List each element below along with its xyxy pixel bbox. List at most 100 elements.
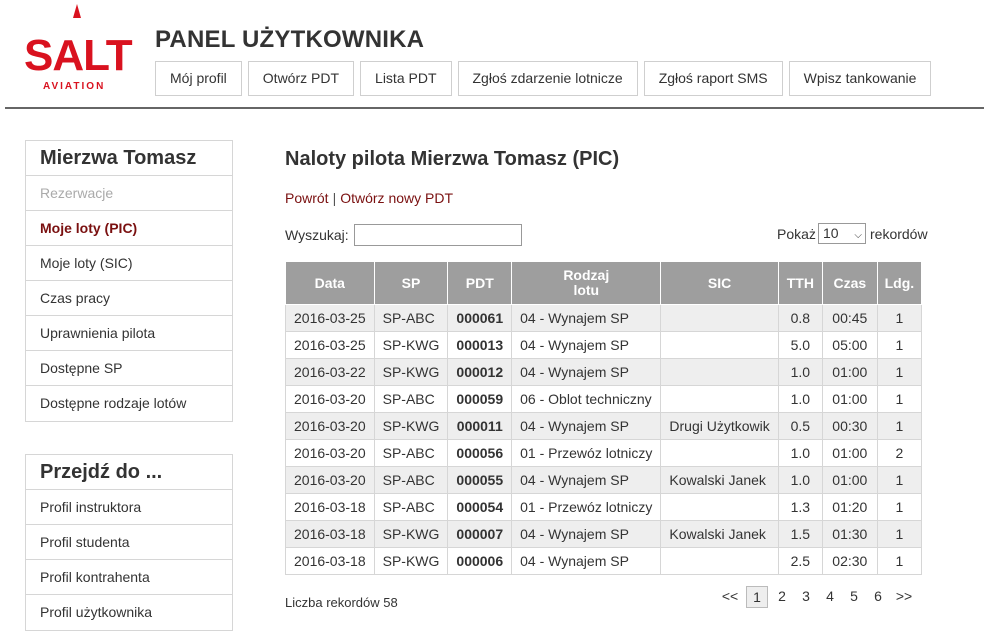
cell-date: 2016-03-20 bbox=[285, 412, 375, 440]
open-new-pdt-link[interactable]: Otwórz nowy PDT bbox=[340, 190, 453, 206]
cell-landings: 1 bbox=[876, 385, 923, 413]
table-row[interactable]: 2016-03-18 SP-KWG 000007 04 - Wynajem SP… bbox=[285, 520, 923, 548]
pagination-page[interactable]: 3 bbox=[794, 586, 818, 608]
page-size-select[interactable]: 10 ⌵ bbox=[818, 223, 866, 244]
cell-pdt-link[interactable]: 000007 bbox=[447, 520, 513, 548]
sidebar-item-work-time[interactable]: Czas pracy bbox=[26, 281, 232, 316]
cell-tth: 2.5 bbox=[777, 547, 823, 575]
column-header-tth[interactable]: TTH bbox=[777, 261, 823, 305]
sidebar-item-available-aircraft[interactable]: Dostępne SP bbox=[26, 351, 232, 386]
cell-date: 2016-03-18 bbox=[285, 493, 375, 521]
table-row[interactable]: 2016-03-22 SP-KWG 000012 04 - Wynajem SP… bbox=[285, 358, 923, 386]
column-header-flight-type[interactable]: Rodzaj lotu bbox=[511, 261, 662, 305]
column-header-time[interactable]: Czas bbox=[821, 261, 878, 305]
table-row[interactable]: 2016-03-20 SP-ABC 000055 04 - Wynajem SP… bbox=[285, 466, 923, 494]
cell-tth: 0.8 bbox=[777, 304, 823, 332]
sidebar-item-reservations[interactable]: Rezerwacje bbox=[26, 176, 232, 211]
cell-aircraft: SP-ABC bbox=[373, 493, 449, 521]
cell-pdt-link[interactable]: 000056 bbox=[447, 439, 513, 467]
cell-aircraft: SP-KWG bbox=[373, 520, 449, 548]
page-size-label: Pokaż bbox=[777, 226, 816, 242]
cell-landings: 1 bbox=[876, 412, 923, 440]
salt-aviation-logo[interactable]: SALT AVIATION bbox=[22, 4, 134, 94]
cell-pdt-link[interactable]: 000055 bbox=[447, 466, 513, 494]
sidebar-item-instructor-profile[interactable]: Profil instruktora bbox=[26, 490, 232, 525]
nav-sms-report-button[interactable]: Zgłoś raport SMS bbox=[643, 61, 783, 96]
user-name-heading: Mierzwa Tomasz bbox=[26, 141, 232, 176]
cell-date: 2016-03-22 bbox=[285, 358, 375, 386]
column-header-landings[interactable]: Ldg. bbox=[876, 261, 923, 305]
sidebar-item-student-profile[interactable]: Profil studenta bbox=[26, 525, 232, 560]
sidebar-item-my-flights-pic[interactable]: Moje loty (PIC) bbox=[26, 211, 232, 246]
cell-time: 01:00 bbox=[821, 385, 878, 413]
cell-landings: 1 bbox=[876, 520, 923, 548]
cell-pdt-link[interactable]: 000012 bbox=[447, 358, 513, 386]
page-size-value: 10 bbox=[823, 225, 839, 241]
table-row[interactable]: 2016-03-25 SP-ABC 000061 04 - Wynajem SP… bbox=[285, 304, 923, 332]
table-row[interactable]: 2016-03-18 SP-ABC 000054 01 - Przewóz lo… bbox=[285, 493, 923, 521]
cell-time: 00:45 bbox=[821, 304, 878, 332]
cell-pdt-link[interactable]: 000013 bbox=[447, 331, 513, 359]
cell-flight-type: 04 - Wynajem SP bbox=[511, 412, 662, 440]
user-menu-box: Mierzwa Tomasz Rezerwacje Moje loty (PIC… bbox=[25, 140, 233, 422]
pagination-next[interactable]: >> bbox=[890, 586, 918, 608]
table-row[interactable]: 2016-03-25 SP-KWG 000013 04 - Wynajem SP… bbox=[285, 331, 923, 359]
cell-pdt-link[interactable]: 000059 bbox=[447, 385, 513, 413]
cell-flight-type: 01 - Przewóz lotniczy bbox=[511, 439, 662, 467]
cell-date: 2016-03-18 bbox=[285, 520, 375, 548]
column-header-date[interactable]: Data bbox=[285, 261, 375, 305]
pagination-page-current[interactable]: 1 bbox=[746, 586, 768, 608]
back-link[interactable]: Powrót bbox=[285, 190, 329, 206]
cell-flight-type: 04 - Wynajem SP bbox=[511, 466, 662, 494]
cell-pdt-link[interactable]: 000011 bbox=[447, 412, 513, 440]
cell-time: 01:30 bbox=[821, 520, 878, 548]
pagination-page[interactable]: 4 bbox=[818, 586, 842, 608]
table-row[interactable]: 2016-03-20 SP-KWG 000011 04 - Wynajem SP… bbox=[285, 412, 923, 440]
cell-sic bbox=[660, 547, 779, 575]
pagination-page[interactable]: 2 bbox=[770, 586, 794, 608]
search-input[interactable] bbox=[354, 224, 522, 246]
goto-heading: Przejdź do ... bbox=[26, 455, 232, 490]
cell-landings: 1 bbox=[876, 547, 923, 575]
table-header-row: Data SP PDT Rodzaj lotu SIC TTH Czas Ldg… bbox=[285, 261, 923, 305]
nav-my-profile-button[interactable]: Mój profil bbox=[155, 61, 242, 96]
column-header-sic[interactable]: SIC bbox=[660, 261, 779, 305]
nav-pdt-list-button[interactable]: Lista PDT bbox=[360, 61, 452, 96]
cell-pdt-link[interactable]: 000061 bbox=[447, 304, 513, 332]
cell-pdt-link[interactable]: 000054 bbox=[447, 493, 513, 521]
cell-sic: Kowalski Janek bbox=[660, 520, 779, 548]
cell-flight-type: 04 - Wynajem SP bbox=[511, 520, 662, 548]
top-navigation: Mój profil Otwórz PDT Lista PDT Zgłoś zd… bbox=[155, 61, 932, 96]
pagination-prev[interactable]: << bbox=[716, 586, 744, 608]
cell-tth: 1.0 bbox=[777, 358, 823, 386]
pagination-page[interactable]: 6 bbox=[866, 586, 890, 608]
cell-landings: 1 bbox=[876, 331, 923, 359]
cell-sic: Drugi Użytkowik bbox=[660, 412, 779, 440]
cell-tth: 0.5 bbox=[777, 412, 823, 440]
column-header-pdt[interactable]: PDT bbox=[447, 261, 513, 305]
cell-sic bbox=[660, 439, 779, 467]
sidebar-item-pilot-licenses[interactable]: Uprawnienia pilota bbox=[26, 316, 232, 351]
sidebar-item-user-profile[interactable]: Profil użytkownika bbox=[26, 595, 232, 630]
pagination-page[interactable]: 5 bbox=[842, 586, 866, 608]
cell-tth: 1.0 bbox=[777, 439, 823, 467]
nav-open-pdt-button[interactable]: Otwórz PDT bbox=[247, 61, 355, 96]
sidebar-item-my-flights-sic[interactable]: Moje loty (SIC) bbox=[26, 246, 232, 281]
table-row[interactable]: 2016-03-20 SP-ABC 000059 06 - Oblot tech… bbox=[285, 385, 923, 413]
cell-pdt-link[interactable]: 000006 bbox=[447, 547, 513, 575]
nav-fueling-button[interactable]: Wpisz tankowanie bbox=[788, 61, 932, 96]
cell-tth: 1.5 bbox=[777, 520, 823, 548]
cell-landings: 1 bbox=[876, 493, 923, 521]
cell-aircraft: SP-KWG bbox=[373, 358, 449, 386]
table-row[interactable]: 2016-03-20 SP-ABC 000056 01 - Przewóz lo… bbox=[285, 439, 923, 467]
cell-date: 2016-03-25 bbox=[285, 304, 375, 332]
nav-report-incident-button[interactable]: Zgłoś zdarzenie lotnicze bbox=[457, 61, 638, 96]
column-header-aircraft[interactable]: SP bbox=[373, 261, 449, 305]
table-row[interactable]: 2016-03-18 SP-KWG 000006 04 - Wynajem SP… bbox=[285, 547, 923, 575]
cell-tth: 1.0 bbox=[777, 466, 823, 494]
sidebar-item-flight-types[interactable]: Dostępne rodzaje lotów bbox=[26, 386, 232, 421]
cell-date: 2016-03-20 bbox=[285, 439, 375, 467]
sidebar-item-contractor-profile[interactable]: Profil kontrahenta bbox=[26, 560, 232, 595]
cell-flight-type: 04 - Wynajem SP bbox=[511, 358, 662, 386]
cell-sic bbox=[660, 385, 779, 413]
